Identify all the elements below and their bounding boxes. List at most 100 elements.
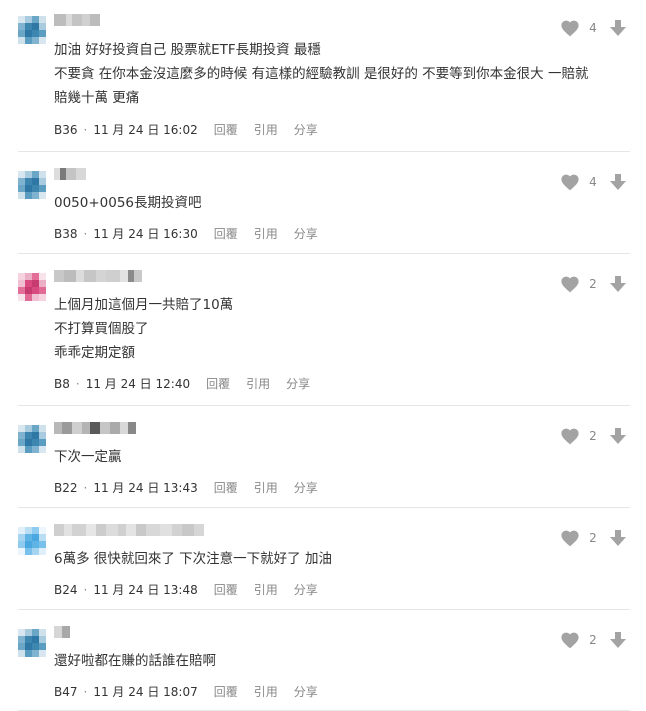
like-controls: 2 (560, 426, 632, 446)
comment-time: 11 月 24 日 12:40 (85, 377, 191, 391)
meta-separator: · (75, 376, 80, 391)
arrow-down-icon[interactable] (609, 631, 627, 649)
heart-icon[interactable] (560, 19, 580, 37)
comment-meta: B47 · 11 月 24 日 18:07 回覆 引用 分享 (54, 683, 318, 700)
like-count: 2 (589, 277, 597, 291)
floor-number: B38 (54, 226, 78, 241)
like-count: 4 (589, 175, 597, 189)
comment-item: 加油 好好投資自己 股票就ETF長期投資 最穩不要貪 在你本金沒這麼多的時候 有… (0, 0, 646, 152)
like-controls: 2 (560, 630, 632, 650)
comment-line: 下次一定贏 (54, 449, 122, 465)
heart-icon[interactable] (560, 529, 580, 547)
comment-item: 6萬多 很快就回來了 下次注意一下就好了 加油 B24 · 11 月 24 日 13:… (0, 508, 646, 610)
share-button[interactable]: 分享 (286, 375, 310, 392)
comment-line: 賠幾十萬 更痛 (54, 90, 140, 106)
comment-text: 還好啦都在賺的話誰在賠啊 (54, 649, 556, 673)
like-controls: 4 (560, 18, 632, 38)
username-blurred[interactable] (54, 422, 136, 434)
comment-line: 不打算買個股了 (54, 321, 149, 337)
comment-line: 上個月加這個月一共賠了10萬 (54, 297, 234, 313)
heart-icon[interactable] (560, 631, 580, 649)
avatar[interactable] (18, 527, 46, 555)
reply-button[interactable]: 回覆 (214, 581, 238, 598)
meta-separator: · (83, 226, 88, 241)
comment-line: 不要貪 在你本金沒這麼多的時候 有這樣的經驗教訓 是很好的 不要等到你本金很大 … (54, 66, 589, 82)
comment-text: 6萬多 很快就回來了 下次注意一下就好了 加油 (54, 547, 556, 571)
heart-icon[interactable] (560, 427, 580, 445)
avatar[interactable] (18, 16, 46, 44)
reply-button[interactable]: 回覆 (206, 375, 230, 392)
floor-number: B22 (54, 480, 78, 495)
comment-item: 上個月加這個月一共賠了10萬 不打算買個股了 乖乖定期定額 B8 · 11 月 24 日 … (0, 254, 646, 406)
share-button[interactable]: 分享 (294, 121, 318, 138)
avatar[interactable] (18, 171, 46, 199)
floor-number: B36 (54, 122, 78, 137)
avatar[interactable] (18, 629, 46, 657)
meta-separator: · (83, 122, 88, 137)
comment-meta: B24 · 11 月 24 日 13:48 回覆 引用 分享 (54, 581, 318, 598)
avatar[interactable] (18, 273, 46, 301)
comment-line: 0050+0056長期投資吧 (54, 195, 202, 211)
username-blurred[interactable] (54, 168, 86, 180)
comment-meta: B22 · 11 月 24 日 13:43 回覆 引用 分享 (54, 479, 318, 496)
comment-time: 11 月 24 日 18:07 (93, 685, 198, 699)
quote-button[interactable]: 引用 (254, 683, 278, 700)
username-blurred[interactable] (54, 626, 70, 638)
arrow-down-icon[interactable] (609, 275, 627, 293)
like-count: 2 (589, 429, 597, 443)
arrow-down-icon[interactable] (609, 427, 627, 445)
like-controls: 2 (560, 274, 632, 294)
meta-separator: · (83, 684, 88, 699)
like-count: 2 (589, 633, 597, 647)
comment-time: 11 月 24 日 16:02 (93, 123, 198, 137)
avatar[interactable] (18, 425, 46, 453)
reply-button[interactable]: 回覆 (214, 225, 238, 242)
comment-time: 11 月 24 日 13:43 (93, 481, 198, 495)
floor-number: B47 (54, 684, 78, 699)
arrow-down-icon[interactable] (609, 529, 627, 547)
heart-icon[interactable] (560, 275, 580, 293)
meta-separator: · (83, 480, 88, 495)
quote-button[interactable]: 引用 (246, 375, 270, 392)
comment-item: 下次一定贏 B22 · 11 月 24 日 13:43 回覆 引用 分享 2 (0, 406, 646, 508)
comment-text: 加油 好好投資自己 股票就ETF長期投資 最穩不要貪 在你本金沒這麼多的時候 有… (54, 38, 589, 110)
username-blurred[interactable] (54, 14, 100, 26)
username-blurred[interactable] (54, 524, 204, 536)
reply-button[interactable]: 回覆 (214, 121, 238, 138)
comment-time: 11 月 24 日 16:30 (93, 227, 198, 241)
share-button[interactable]: 分享 (294, 225, 318, 242)
like-controls: 4 (560, 172, 632, 192)
comment-text: 下次一定贏 (54, 445, 556, 469)
comment-item: 還好啦都在賺的話誰在賠啊 B47 · 11 月 24 日 18:07 回覆 引用 分享 2 (0, 610, 646, 711)
share-button[interactable]: 分享 (294, 581, 318, 598)
like-count: 4 (589, 21, 597, 35)
comment-line: 還好啦都在賺的話誰在賠啊 (54, 653, 216, 669)
comment-meta: B8 · 11 月 24 日 12:40 回覆 引用 分享 (54, 375, 310, 392)
like-controls: 2 (560, 528, 632, 548)
quote-button[interactable]: 引用 (254, 479, 278, 496)
comment-line: 乖乖定期定額 (54, 345, 135, 361)
arrow-down-icon[interactable] (609, 19, 627, 37)
reply-button[interactable]: 回覆 (214, 683, 238, 700)
quote-button[interactable]: 引用 (254, 121, 278, 138)
quote-button[interactable]: 引用 (254, 225, 278, 242)
floor-number: B24 (54, 582, 78, 597)
arrow-down-icon[interactable] (609, 173, 627, 191)
floor-number: B8 (54, 376, 70, 391)
comment-item: 0050+0056長期投資吧 B38 · 11 月 24 日 16:30 回覆 引用 分享 4 (0, 152, 646, 254)
comment-text: 0050+0056長期投資吧 (54, 191, 556, 215)
comment-list: 加油 好好投資自己 股票就ETF長期投資 最穩不要貪 在你本金沒這麼多的時候 有… (0, 0, 646, 711)
share-button[interactable]: 分享 (294, 683, 318, 700)
meta-separator: · (83, 582, 88, 597)
comment-meta: B36 · 11 月 24 日 16:02 回覆 引用 分享 (54, 121, 318, 138)
heart-icon[interactable] (560, 173, 580, 191)
share-button[interactable]: 分享 (294, 479, 318, 496)
quote-button[interactable]: 引用 (254, 581, 278, 598)
comment-text: 上個月加這個月一共賠了10萬 不打算買個股了 乖乖定期定額 (54, 293, 556, 365)
username-blurred[interactable] (54, 270, 142, 282)
like-count: 2 (589, 531, 597, 545)
comment-time: 11 月 24 日 13:48 (93, 583, 198, 597)
comment-line: 6萬多 很快就回來了 下次注意一下就好了 加油 (54, 551, 332, 567)
comment-line: 加油 好好投資自己 股票就ETF長期投資 最穩 (54, 42, 321, 58)
reply-button[interactable]: 回覆 (214, 479, 238, 496)
